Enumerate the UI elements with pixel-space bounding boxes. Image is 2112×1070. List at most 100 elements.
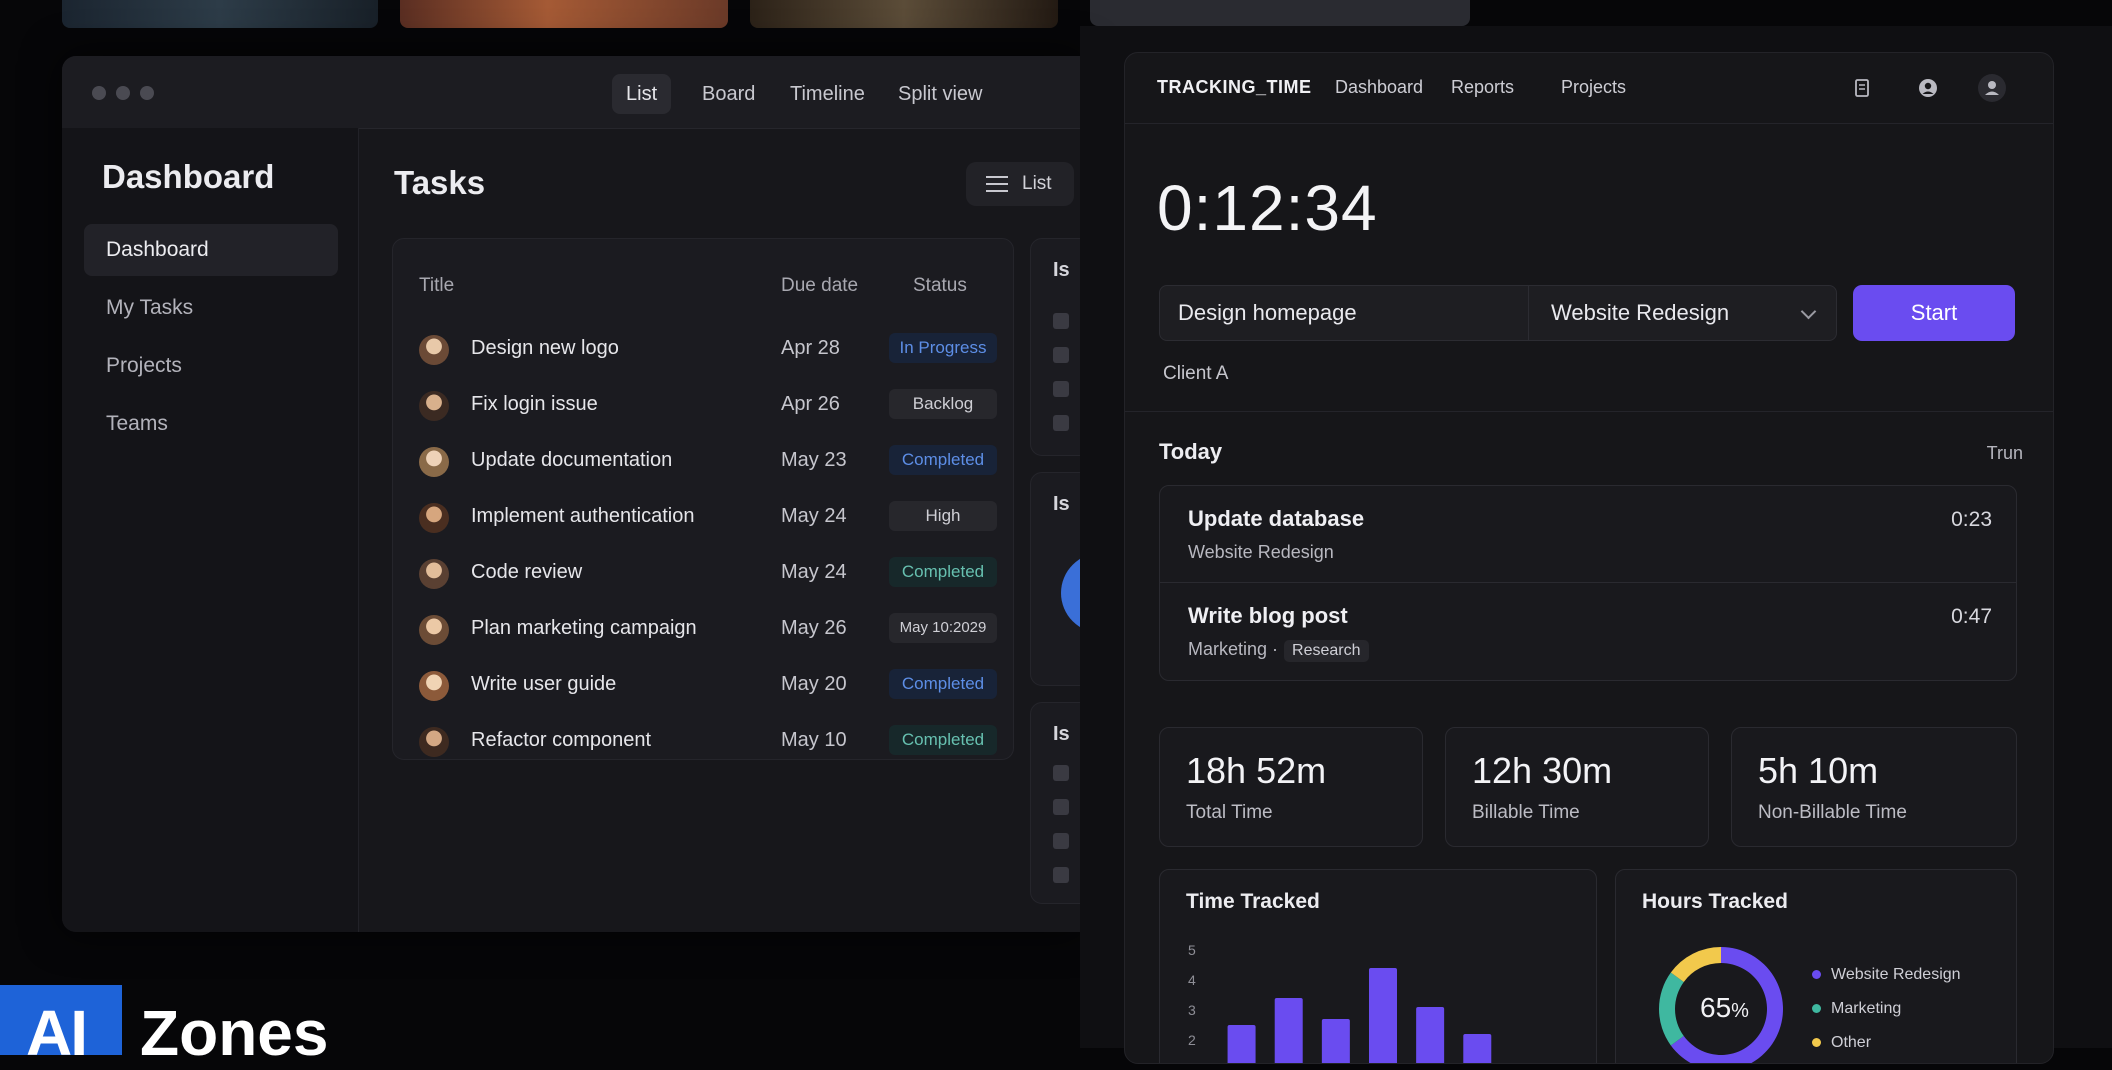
avatar bbox=[419, 615, 449, 645]
entry-project: Marketing · bbox=[1188, 639, 1279, 659]
nav-projects[interactable]: Projects bbox=[1561, 77, 1626, 98]
time-tracker-window: TRACKING_TIME Dashboard Reports Projects… bbox=[1080, 26, 2112, 1064]
table-row[interactable]: Fix login issue Apr 26 Backlog bbox=[393, 377, 1013, 433]
task-description-input[interactable]: Design homepage bbox=[1159, 285, 1529, 341]
stat-card-non-billable: 5h 10m Non-Billable Time bbox=[1731, 727, 2017, 847]
divider bbox=[1125, 411, 2053, 412]
column-header-title[interactable]: Title bbox=[419, 275, 454, 297]
y-tick-label: 4 bbox=[1188, 972, 1196, 988]
tab-timeline[interactable]: Timeline bbox=[776, 74, 879, 114]
time-entry[interactable]: Write blog post Marketing · Research 0:47 bbox=[1160, 583, 2016, 679]
project-select-value: Website Redesign bbox=[1551, 300, 1730, 325]
stat-label: Billable Time bbox=[1472, 802, 1580, 823]
task-title: Refactor component bbox=[471, 729, 652, 751]
time-entry[interactable]: Update database Website Redesign 0:23 bbox=[1160, 486, 2016, 583]
avatar bbox=[419, 727, 449, 757]
task-title: Fix login issue bbox=[471, 393, 598, 415]
stat-label: Non-Billable Time bbox=[1758, 802, 1907, 823]
table-row[interactable]: Refactor component May 10 Completed bbox=[393, 713, 1013, 769]
bar[interactable] bbox=[1321, 1019, 1350, 1064]
window-minimize-dot[interactable] bbox=[116, 86, 130, 100]
y-tick-label: 5 bbox=[1188, 942, 1196, 958]
bar-chart: 2345MTWTESS bbox=[1188, 942, 1492, 1064]
donut-slice[interactable] bbox=[1670, 947, 1721, 982]
stat-card-billable: 12h 30m Billable Time bbox=[1445, 727, 1709, 847]
user-icon[interactable] bbox=[1977, 73, 2007, 103]
nav-dashboard[interactable]: Dashboard bbox=[1335, 77, 1423, 98]
checkbox[interactable] bbox=[1053, 867, 1069, 883]
timer-display: 0:12:34 bbox=[1157, 172, 1378, 244]
window-maximize-dot[interactable] bbox=[140, 86, 154, 100]
donut-center-value: 65 bbox=[1700, 992, 1732, 1023]
legend-item: Other bbox=[1812, 1034, 1871, 1052]
table-row[interactable]: Write user guide May 20 Completed bbox=[393, 657, 1013, 713]
task-table: Title Due date Status Design new logo Ap… bbox=[392, 238, 1014, 760]
entry-duration: 0:23 bbox=[1951, 508, 1992, 531]
checkbox[interactable] bbox=[1053, 765, 1069, 781]
project-select[interactable]: Website Redesign bbox=[1529, 285, 1837, 341]
legend-label: Other bbox=[1831, 1034, 1872, 1051]
issues-card: Is bbox=[1030, 702, 1082, 904]
chevron-down-icon bbox=[1800, 303, 1817, 320]
task-due-date: May 26 bbox=[781, 617, 847, 639]
background-photo bbox=[400, 0, 728, 28]
legend-dot bbox=[1812, 1004, 1821, 1014]
entry-project-line: Marketing · Research bbox=[1188, 639, 1369, 662]
bar[interactable] bbox=[1463, 1034, 1492, 1064]
brand-name: TRACKING_TIME bbox=[1157, 77, 1312, 97]
help-icon[interactable] bbox=[1915, 75, 1941, 101]
bar[interactable] bbox=[1416, 1007, 1445, 1064]
status-badge: In Progress bbox=[889, 333, 997, 363]
background-photo bbox=[1090, 0, 1470, 26]
legend-dot bbox=[1812, 1038, 1821, 1048]
issues-card: Is bbox=[1030, 238, 1082, 456]
status-badge: Completed bbox=[889, 669, 997, 699]
legend-item: Website Redesign bbox=[1812, 966, 1961, 984]
client-label[interactable]: Client A bbox=[1163, 363, 1228, 385]
checkbox[interactable] bbox=[1053, 415, 1069, 431]
donut-slice[interactable] bbox=[1659, 972, 1684, 1046]
table-row[interactable]: Implement authentication May 24 High bbox=[393, 489, 1013, 545]
avatar bbox=[419, 559, 449, 589]
nav-reports[interactable]: Reports bbox=[1451, 77, 1514, 98]
start-button[interactable]: Start bbox=[1853, 285, 2015, 341]
checkbox[interactable] bbox=[1053, 381, 1069, 397]
trun-link[interactable]: Trun bbox=[1987, 443, 2023, 464]
list-icon bbox=[986, 176, 1008, 192]
stat-card-total: 18h 52m Total Time bbox=[1159, 727, 1423, 847]
tab-split-view[interactable]: Split view bbox=[884, 74, 996, 114]
hours-tracked-card: Hours Tracked 65% Website Redesign Marke… bbox=[1615, 869, 2017, 1063]
bar[interactable] bbox=[1227, 1025, 1256, 1064]
chart-title: Time Tracked bbox=[1186, 890, 1320, 913]
bar[interactable] bbox=[1369, 968, 1397, 1064]
checkbox[interactable] bbox=[1053, 347, 1069, 363]
issues-card-label: Is bbox=[1053, 493, 1070, 515]
sidebar-item-dashboard[interactable]: Dashboard bbox=[84, 224, 338, 276]
table-row[interactable]: Code review May 24 Completed bbox=[393, 545, 1013, 601]
status-badge: Completed bbox=[889, 725, 997, 755]
column-header-due-date[interactable]: Due date bbox=[781, 275, 858, 297]
stat-value: 18h 52m bbox=[1186, 750, 1327, 791]
legend-item: Marketing bbox=[1812, 1000, 1901, 1018]
table-row[interactable]: Update documentation May 23 Completed bbox=[393, 433, 1013, 489]
checkbox[interactable] bbox=[1053, 313, 1069, 329]
issues-card: Is bbox=[1030, 472, 1082, 686]
column-header-status[interactable]: Status bbox=[913, 275, 967, 297]
window-close-dot[interactable] bbox=[92, 86, 106, 100]
sidebar-item-my-tasks[interactable]: My Tasks bbox=[84, 282, 338, 334]
list-view-button[interactable]: List bbox=[966, 162, 1074, 206]
avatar bbox=[419, 671, 449, 701]
checkbox[interactable] bbox=[1053, 833, 1069, 849]
tab-board[interactable]: Board bbox=[688, 74, 769, 114]
tab-list[interactable]: List bbox=[612, 74, 672, 114]
table-row[interactable]: Plan marketing campaign May 26 May 10:20… bbox=[393, 601, 1013, 657]
task-manager-window: List Board Timeline Split view Dashboard… bbox=[62, 56, 1082, 932]
tracker-header: TRACKING_TIME Dashboard Reports Projects bbox=[1125, 53, 2053, 124]
sidebar-item-teams[interactable]: Teams bbox=[84, 398, 338, 450]
sidebar-item-projects[interactable]: Projects bbox=[84, 340, 338, 392]
document-icon[interactable] bbox=[1849, 75, 1875, 101]
bar[interactable] bbox=[1274, 998, 1303, 1064]
checkbox[interactable] bbox=[1053, 799, 1069, 815]
table-row[interactable]: Design new logo Apr 28 In Progress bbox=[393, 321, 1013, 377]
issues-card-label: Is bbox=[1053, 259, 1070, 281]
